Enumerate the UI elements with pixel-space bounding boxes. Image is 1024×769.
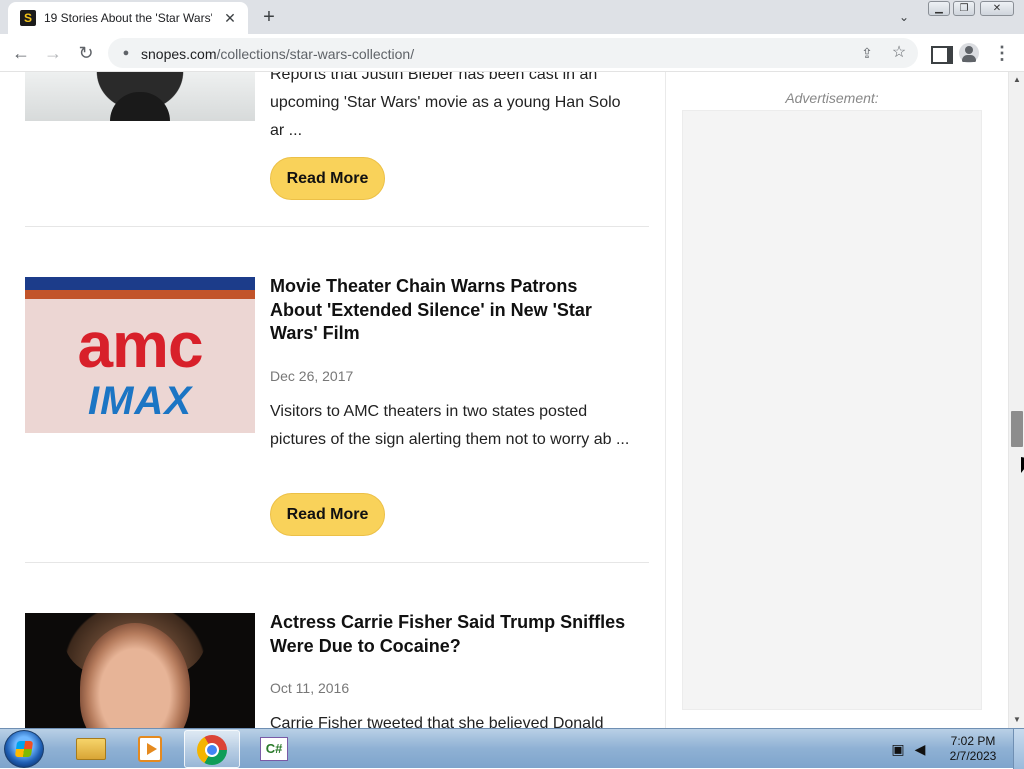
article-excerpt: Carrie Fisher tweeted that she believed … — [270, 715, 604, 728]
article-divider — [25, 226, 649, 227]
volume-tray-icon[interactable]: ◀ — [912, 741, 928, 757]
scroll-up-arrow-icon[interactable]: ▲ — [1009, 72, 1024, 88]
windows-taskbar: ▣ ◀ 7:02 PM 2/7/2023 — [0, 728, 1024, 769]
browser-menu-icon[interactable]: ⋮ — [990, 41, 1014, 65]
reload-icon[interactable]: ↻ — [74, 41, 98, 65]
article-body: Actress Carrie Fisher Said Trump Sniffle… — [270, 611, 630, 728]
windows-logo-icon — [14, 741, 34, 757]
window-restore-button[interactable]: ❐ — [953, 1, 975, 16]
taskbar-media-player-button[interactable] — [122, 730, 178, 768]
taskbar-chrome-button[interactable] — [184, 730, 240, 768]
sidebar: Advertisement: — [667, 72, 1008, 728]
scrollbar-thumb[interactable] — [1011, 411, 1023, 447]
advertisement-slot[interactable] — [682, 110, 982, 710]
avatar — [959, 43, 979, 63]
taskbar-explorer-button[interactable] — [62, 730, 118, 768]
taskbar-clock[interactable]: 7:02 PM 2/7/2023 — [938, 734, 1008, 764]
start-button[interactable] — [4, 730, 44, 768]
bookmark-star-icon[interactable]: ☆ — [888, 42, 910, 64]
media-player-icon — [138, 736, 162, 762]
share-icon[interactable]: ⇪ — [856, 42, 878, 64]
url-path: /collections/star-wars-collection/ — [216, 46, 415, 62]
read-more-button[interactable]: Read More — [270, 493, 385, 536]
article-date: Dec 26, 2017 — [270, 367, 354, 384]
browser-tab-strip: 19 Stories About the 'Star Wars' Co ✕ + … — [0, 0, 1024, 34]
back-arrow-icon[interactable]: ← — [9, 41, 33, 65]
article-body: Movie Theater Chain Warns Patrons About … — [270, 275, 630, 454]
thumbnail-amc-logo: amc — [77, 309, 203, 381]
clock-time: 7:02 PM — [950, 734, 996, 748]
article-title[interactable]: Movie Theater Chain Warns Patrons About … — [270, 275, 630, 346]
article-title[interactable]: Actress Carrie Fisher Said Trump Sniffle… — [270, 611, 630, 658]
article-date: Oct 11, 2016 — [270, 680, 350, 696]
lock-icon[interactable]: ● — [120, 45, 132, 61]
show-desktop-button[interactable] — [1013, 729, 1024, 769]
csharp-icon — [260, 737, 288, 761]
article-body: Reports that Justin Bieber has been cast… — [270, 72, 630, 145]
article-thumbnail[interactable]: amc IMAX — [25, 277, 255, 433]
folder-icon — [76, 738, 106, 760]
tab-search-chevron-icon[interactable]: ⌄ — [894, 8, 914, 26]
browser-toolbar: ← → ↻ ● snopes.com/collections/star-wars… — [0, 34, 1024, 72]
profile-avatar-icon[interactable] — [957, 41, 981, 65]
window-close-button[interactable]: ✕ — [980, 1, 1014, 16]
browser-tab-active[interactable]: 19 Stories About the 'Star Wars' Co ✕ — [8, 2, 248, 34]
read-more-button[interactable]: Read More — [270, 157, 385, 200]
new-tab-button[interactable]: + — [258, 6, 280, 28]
clock-date: 2/7/2023 — [949, 749, 997, 763]
thumbnail-imax-logo: IMAX — [88, 379, 192, 423]
article-excerpt: Visitors to AMC theaters in two states p… — [270, 402, 630, 448]
advertisement-label: Advertisement: — [785, 90, 879, 106]
url-domain: snopes.com — [141, 46, 217, 62]
article-divider — [25, 562, 649, 563]
tab-title: 19 Stories About the 'Star Wars' Co — [44, 11, 212, 25]
close-tab-icon[interactable]: ✕ — [222, 10, 238, 26]
scroll-down-arrow-icon[interactable]: ▼ — [1009, 712, 1024, 728]
thumbnail-marquee-band — [25, 277, 255, 299]
side-panel-icon[interactable] — [926, 41, 953, 65]
network-tray-icon[interactable]: ▣ — [890, 741, 906, 757]
snopes-favicon-icon — [20, 10, 36, 26]
chrome-icon — [197, 735, 227, 765]
article-thumbnail[interactable] — [25, 613, 255, 728]
article-thumbnail[interactable] — [25, 72, 255, 121]
page-viewport: Reports that Justin Bieber has been cast… — [0, 72, 1008, 728]
taskbar-csharp-button[interactable] — [246, 730, 302, 768]
url-text[interactable]: snopes.com/collections/star-wars-collect… — [141, 46, 414, 62]
collection-article-list: Reports that Justin Bieber has been cast… — [0, 72, 666, 728]
page-scrollbar[interactable]: ▲ ▼ — [1008, 72, 1024, 728]
address-bar[interactable]: ● snopes.com/collections/star-wars-colle… — [108, 38, 918, 68]
article-excerpt: Reports that Justin Bieber has been cast… — [270, 72, 621, 139]
window-minimize-button[interactable]: ▁ — [928, 1, 950, 16]
forward-arrow-icon[interactable]: → — [41, 41, 65, 65]
